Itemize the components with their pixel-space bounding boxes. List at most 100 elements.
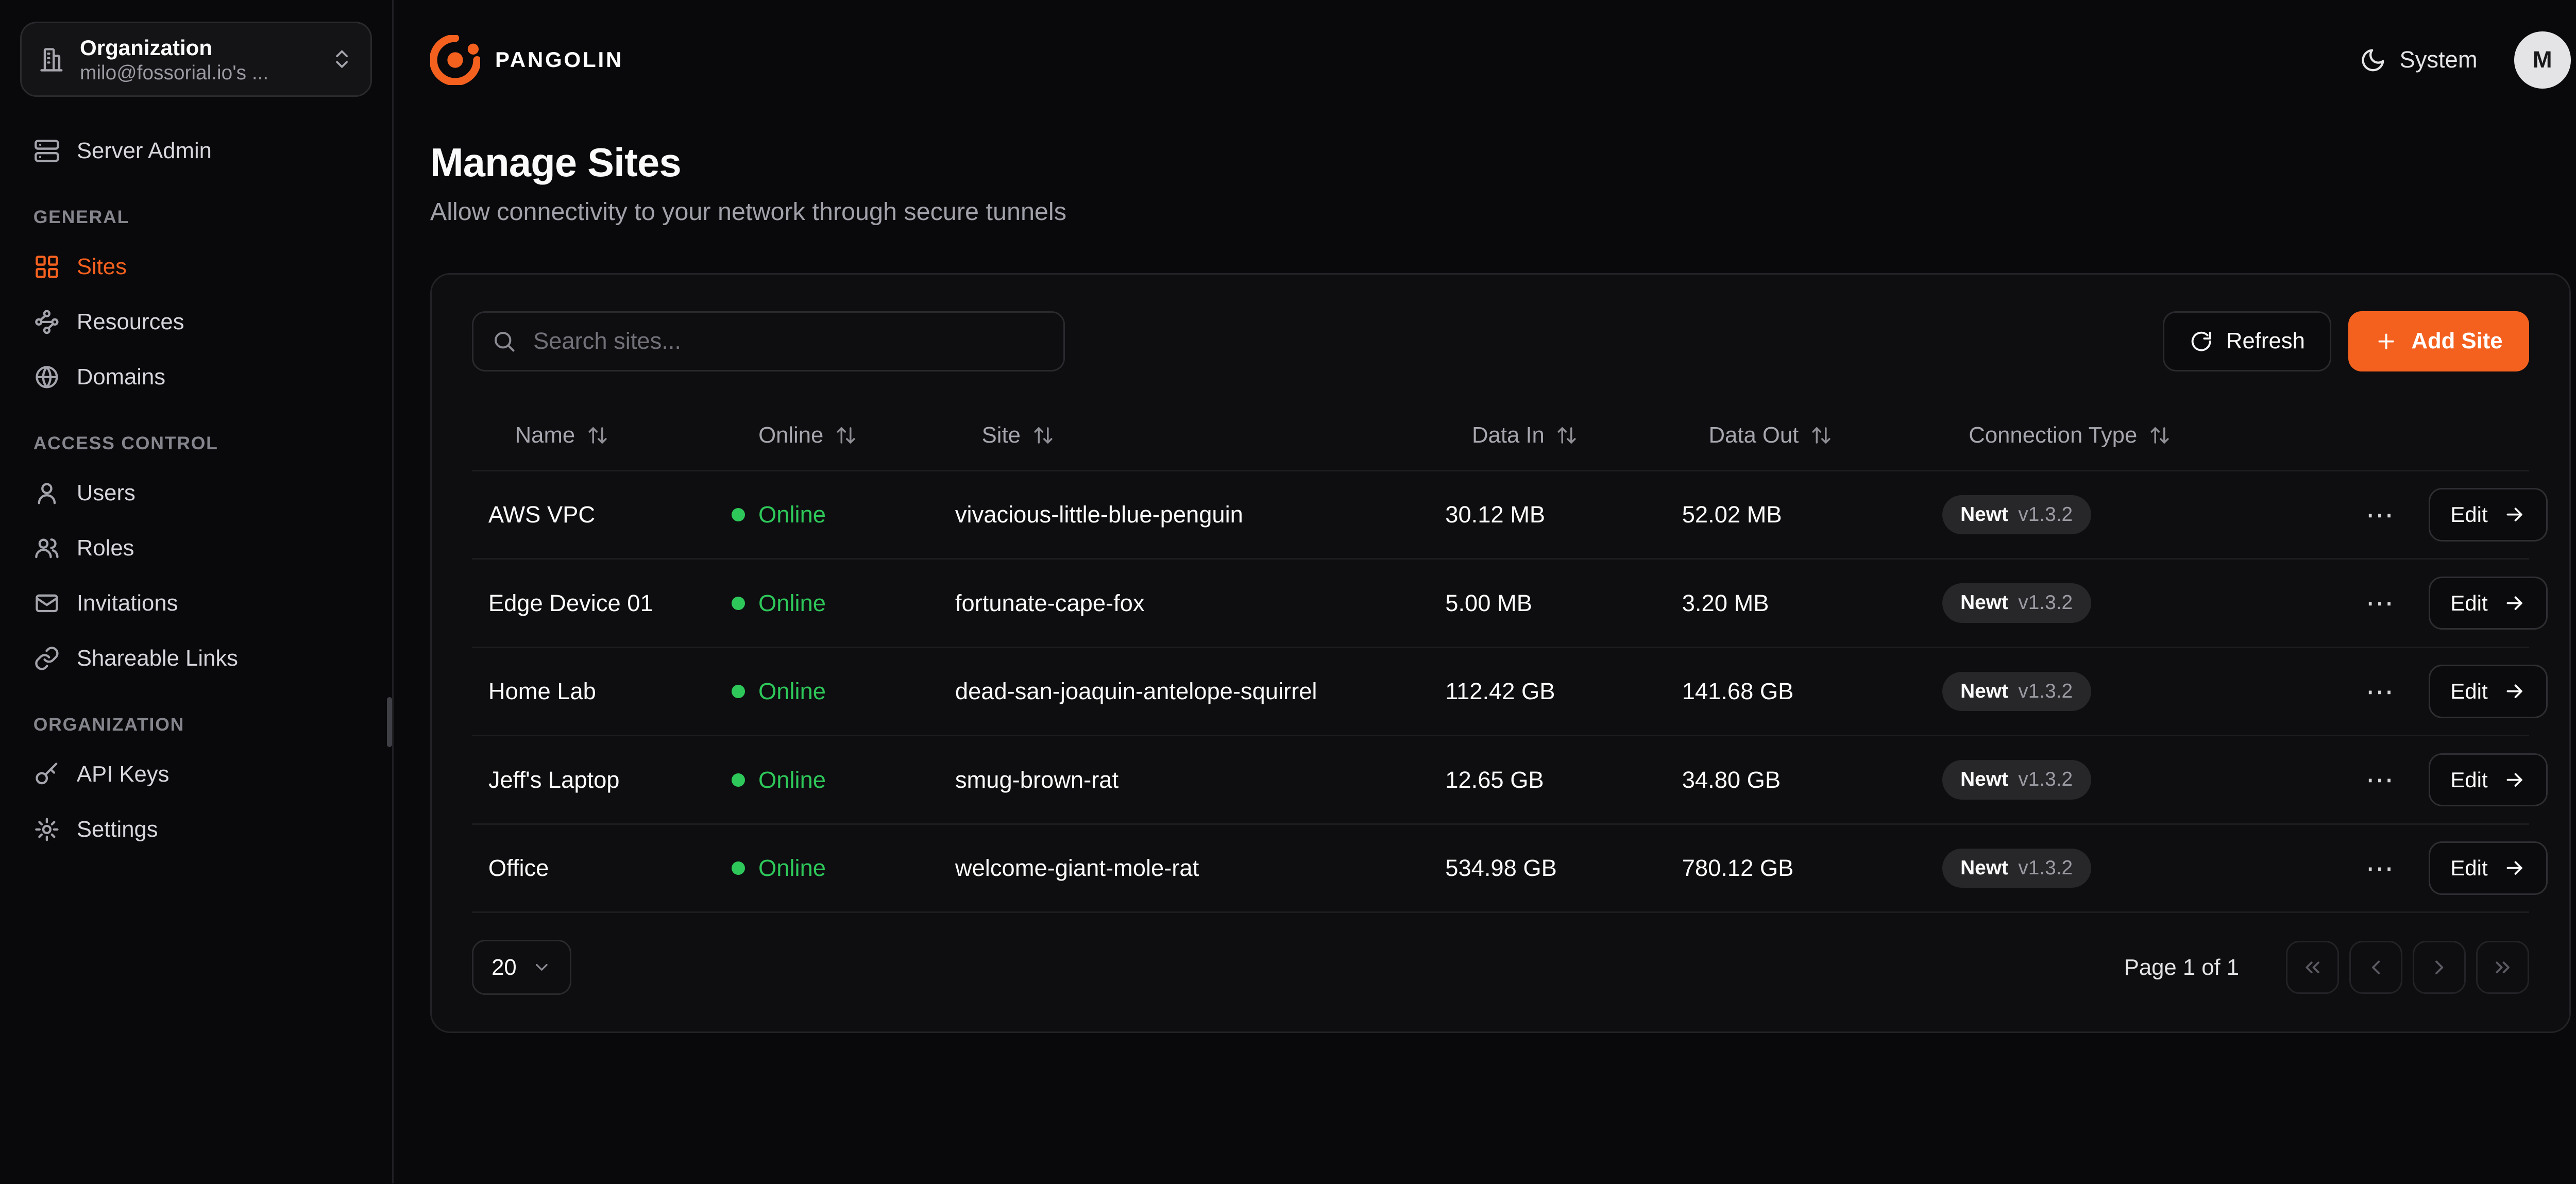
theme-label: System (2400, 46, 2478, 73)
mail-icon (33, 590, 60, 617)
connection-badge: Newtv1.3.2 (1942, 495, 2091, 534)
avatar[interactable]: M (2514, 31, 2571, 88)
sidebar-item-sites[interactable]: Sites (20, 240, 372, 295)
online-dot-icon (732, 597, 745, 610)
data-out: 780.12 GB (1682, 855, 1942, 882)
moon-icon (2360, 47, 2386, 74)
refresh-button[interactable]: Refresh (2163, 311, 2331, 371)
sidebar-item-label: Settings (77, 817, 158, 842)
edit-button[interactable]: Edit (2429, 488, 2548, 542)
row-menu-button[interactable]: ⋯ (2355, 586, 2405, 621)
sidebar-item-resources[interactable]: Resources (20, 295, 372, 350)
page-size-select[interactable]: 20 (472, 940, 572, 995)
site-slug: fortunate-cape-fox (955, 590, 1445, 617)
site-name: Edge Device 01 (488, 590, 732, 617)
status-badge: Online (732, 501, 955, 528)
connection-badge: Newtv1.3.2 (1942, 849, 2091, 888)
data-in: 12.65 GB (1445, 767, 1682, 793)
sort-icon (1810, 425, 1832, 446)
sidebar-item-domains[interactable]: Domains (20, 349, 372, 404)
last-page-button[interactable] (2476, 941, 2530, 994)
avatar-initial: M (2533, 46, 2552, 73)
online-dot-icon (732, 685, 745, 698)
row-actions: ⋯ Edit (2355, 577, 2548, 630)
arrow-right-icon (2503, 680, 2526, 703)
sidebar-item-users[interactable]: Users (20, 466, 372, 521)
row-menu-button[interactable]: ⋯ (2355, 851, 2405, 886)
chevrons-right-icon (2491, 956, 2514, 979)
sidebar: Organization milo@fossorial.io's ... Ser… (0, 0, 394, 1183)
sites-table: Name Online Site Data In Data Out Connec… (472, 401, 2530, 913)
gear-icon (33, 816, 60, 843)
site-name: Office (488, 855, 732, 882)
add-site-button[interactable]: Add Site (2348, 311, 2529, 371)
data-out: 52.02 MB (1682, 501, 1942, 528)
sidebar-section-general: GENERAL (33, 207, 359, 228)
site-slug: welcome-giant-mole-rat (955, 855, 1445, 882)
users-icon (33, 535, 60, 562)
sidebar-section-access-control: ACCESS CONTROL (33, 433, 359, 454)
site-slug: dead-san-joaquin-antelope-squirrel (955, 678, 1445, 705)
connection-badge: Newtv1.3.2 (1942, 760, 2091, 799)
sidebar-item-roles[interactable]: Roles (20, 521, 372, 576)
row-menu-button[interactable]: ⋯ (2355, 763, 2405, 798)
page-title: Manage Sites (430, 140, 2571, 186)
page-info: Page 1 of 1 (2124, 955, 2239, 980)
column-header-online[interactable]: Online (732, 422, 955, 448)
sites-grid-icon (33, 253, 60, 280)
search-icon (492, 329, 517, 354)
pangolin-logo-icon (430, 35, 480, 85)
sidebar-item-label: API Keys (77, 762, 170, 787)
main-content: PANGOLIN System M Manage Sites Allow con… (394, 0, 2576, 1183)
table-row: Home Lab Online dead-san-joaquin-antelop… (472, 648, 2530, 737)
sidebar-item-invitations[interactable]: Invitations (20, 576, 372, 631)
edit-button[interactable]: Edit (2429, 841, 2548, 895)
arrow-right-icon (2503, 503, 2526, 526)
sidebar-item-settings[interactable]: Settings (20, 802, 372, 857)
search-input[interactable] (472, 311, 1065, 371)
row-menu-button[interactable]: ⋯ (2355, 497, 2405, 532)
column-header-data-in[interactable]: Data In (1445, 422, 1682, 448)
sidebar-item-label: Invitations (77, 590, 178, 616)
sidebar-item-shareable-links[interactable]: Shareable Links (20, 631, 372, 686)
theme-toggle[interactable]: System (2360, 46, 2478, 73)
connection-badge: Newtv1.3.2 (1942, 583, 2091, 622)
previous-page-button[interactable] (2349, 941, 2403, 994)
brand[interactable]: PANGOLIN (430, 35, 623, 85)
row-actions: ⋯ Edit (2355, 841, 2548, 895)
chevron-right-icon (2428, 956, 2451, 979)
column-header-data-out[interactable]: Data Out (1682, 422, 1942, 448)
edit-button[interactable]: Edit (2429, 753, 2548, 807)
data-in: 5.00 MB (1445, 590, 1682, 617)
sidebar-item-server-admin[interactable]: Server Admin (20, 123, 372, 178)
column-header-connection-type[interactable]: Connection Type (1942, 422, 2356, 448)
status-badge: Online (732, 590, 955, 617)
connection-type-cell: Newtv1.3.2 (1942, 583, 2356, 622)
edit-button[interactable]: Edit (2429, 665, 2548, 718)
first-page-button[interactable] (2286, 941, 2340, 994)
sidebar-item-api-keys[interactable]: API Keys (20, 747, 372, 802)
row-menu-button[interactable]: ⋯ (2355, 674, 2405, 709)
data-out: 34.80 GB (1682, 767, 1942, 793)
waypoints-icon (33, 309, 60, 335)
column-header-name[interactable]: Name (488, 422, 732, 448)
status-badge: Online (732, 678, 955, 705)
site-name: AWS VPC (488, 501, 732, 528)
sidebar-scrollbar[interactable] (387, 697, 392, 747)
site-slug: smug-brown-rat (955, 767, 1445, 793)
chevrons-up-down-icon (330, 47, 353, 71)
connection-type-cell: Newtv1.3.2 (1942, 672, 2356, 711)
table-footer: 20 Page 1 of 1 (472, 940, 2530, 995)
sidebar-item-label: Shareable Links (77, 646, 238, 671)
next-page-button[interactable] (2413, 941, 2466, 994)
data-in: 30.12 MB (1445, 501, 1682, 528)
edit-button[interactable]: Edit (2429, 577, 2548, 630)
pager: Page 1 of 1 (2124, 941, 2529, 994)
online-dot-icon (732, 508, 745, 521)
organization-label: Organization (80, 34, 315, 62)
toolbar-actions: Refresh Add Site (2163, 311, 2529, 371)
column-header-site[interactable]: Site (955, 422, 1445, 448)
organization-switcher[interactable]: Organization milo@fossorial.io's ... (20, 22, 372, 97)
page-header: Manage Sites Allow connectivity to your … (394, 120, 2576, 226)
server-icon (33, 138, 60, 164)
